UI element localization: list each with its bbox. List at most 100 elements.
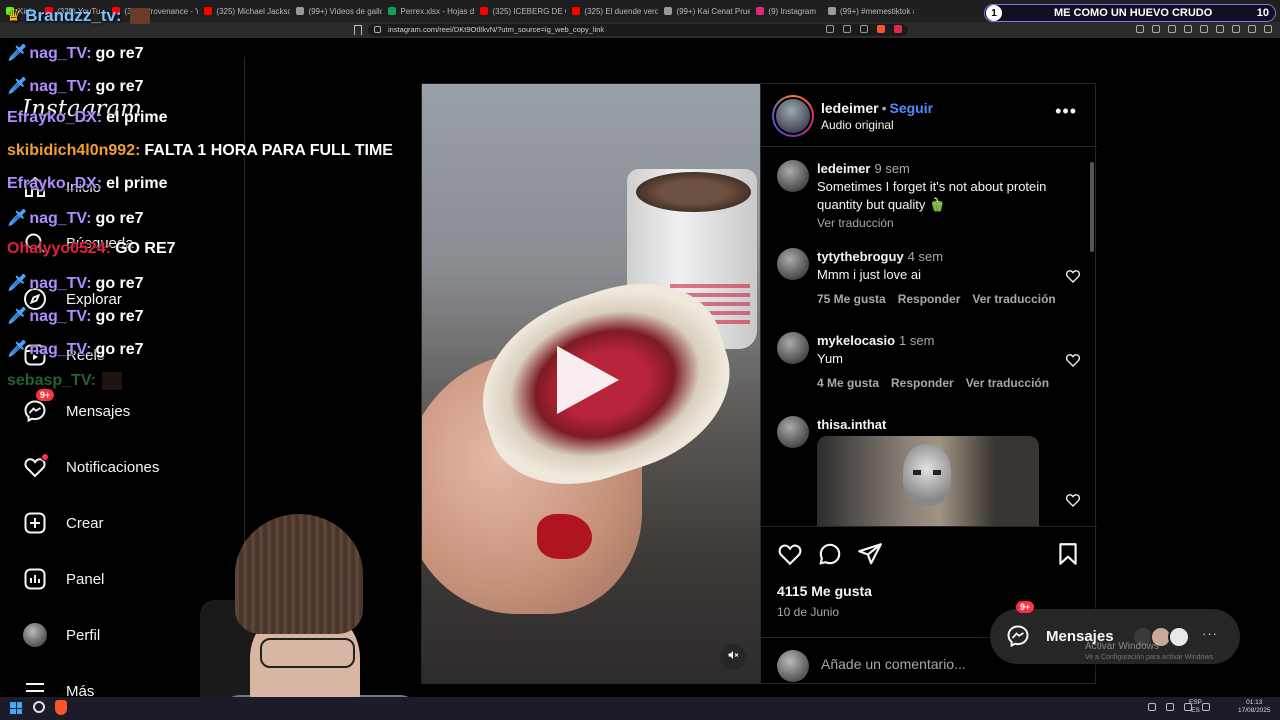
comment-username[interactable]: mykelocasio — [817, 333, 895, 348]
sidebar-item-create[interactable]: Crear — [22, 508, 104, 538]
chat-username: nag_TV: — [29, 45, 92, 62]
brave-rewards-icon[interactable] — [894, 25, 902, 33]
save-icon[interactable] — [1055, 541, 1081, 567]
avatar[interactable] — [777, 248, 809, 280]
tab-label: (9) Instagram — [768, 6, 816, 16]
extension-icon[interactable] — [1168, 25, 1176, 33]
menu-icon[interactable] — [1264, 25, 1272, 33]
avatar[interactable] — [777, 416, 809, 448]
reply-button[interactable]: Responder — [891, 374, 954, 392]
browser-tab[interactable]: (99+) #memestiktok # — [822, 1, 914, 21]
keyboard-layout: ES — [1191, 707, 1200, 714]
follow-button[interactable]: Seguir — [890, 100, 934, 116]
tab-label: (99+) Kai Cenat Prueba — [676, 6, 751, 16]
author-username[interactable]: ledeimer — [821, 100, 879, 116]
emote — [129, 8, 150, 24]
browser-tab[interactable]: (325) ICEBERG DE CASO — [474, 1, 566, 21]
play-icon[interactable] — [557, 346, 619, 414]
mute-button[interactable] — [720, 644, 746, 670]
more-options-icon[interactable]: ••• — [1055, 102, 1077, 120]
translate-link[interactable]: Ver traducción — [817, 214, 1067, 232]
tray-app-icon[interactable] — [1202, 703, 1210, 711]
extension-icon[interactable] — [1152, 25, 1160, 33]
zoom-icon[interactable] — [843, 25, 851, 33]
watermark-title: Activar Windows — [1085, 641, 1159, 652]
install-icon[interactable] — [826, 25, 834, 33]
clock[interactable]: 01:13 17/08/2025 — [1238, 699, 1271, 715]
sidebar-item-profile[interactable]: Perfil — [22, 620, 100, 650]
start-button[interactable] — [10, 702, 22, 714]
translate-link[interactable]: Ver traducción — [972, 290, 1055, 308]
avatar — [22, 622, 48, 648]
browser-tab[interactable]: (325) El duende verde le — [566, 1, 658, 21]
chat-message: 🗡 nag_TV: go re7 — [7, 76, 144, 96]
playlist-icon[interactable] — [1184, 25, 1192, 33]
video-frame-nail — [537, 514, 592, 559]
avatar[interactable] — [777, 160, 809, 192]
caption: ledeimer 9 sem Sometimes I forget it's no… — [777, 160, 1077, 230]
like-comment-icon[interactable] — [1065, 492, 1081, 513]
more-icon: ··· — [1202, 626, 1218, 641]
brave-shields-icon[interactable] — [877, 25, 885, 33]
post-header: ledeimer • Seguir Audio original ••• — [761, 84, 1097, 147]
chat-message: 🗡 nag_TV: go re7 — [7, 208, 144, 228]
comment-username[interactable]: thisa.inthat — [817, 417, 886, 432]
search-icon[interactable] — [33, 701, 45, 713]
comment-likes[interactable]: 4 Me gusta — [817, 374, 879, 392]
tray-app-icon[interactable] — [1166, 703, 1174, 711]
emote — [101, 372, 122, 390]
reel-video[interactable] — [422, 84, 760, 684]
comment-text: Mmm i just love ai — [817, 267, 922, 282]
avatar[interactable] — [777, 332, 809, 364]
chat-text: FALTA 1 HORA PARA FULL TIME — [144, 142, 393, 159]
extension-icon[interactable] — [1136, 25, 1144, 33]
chat-text: go re7 — [95, 275, 144, 292]
chat-username: skibidich4l0n992: — [7, 142, 141, 159]
plus-square-icon — [22, 510, 48, 536]
tray-chevron-icon[interactable] — [1148, 703, 1156, 711]
comment-username[interactable]: ledeimer — [817, 161, 870, 176]
like-comment-icon[interactable] — [1065, 352, 1081, 373]
comments-scrollbar[interactable] — [1089, 156, 1095, 526]
vpn-icon[interactable] — [1232, 25, 1240, 33]
messenger-icon: 9+ — [22, 389, 55, 424]
browser-tab[interactable]: (99+) Kai Cenat Prueba — [658, 1, 750, 21]
scroll-thumb[interactable] — [1090, 162, 1094, 252]
sidebar-toggle-icon[interactable] — [1200, 25, 1208, 33]
like-icon[interactable] — [777, 541, 803, 567]
chat-username: nag_TV: — [29, 210, 92, 227]
share-icon[interactable] — [860, 25, 868, 33]
translate-link[interactable]: Ver traducción — [966, 374, 1049, 392]
list-item: mykelocasio 1 sem Yum 4 Me gusta Responder… — [777, 332, 1081, 402]
sidebar-item-panel[interactable]: Panel — [22, 564, 104, 594]
comment-username[interactable]: tytythebroguy — [817, 249, 904, 264]
comment-icon[interactable] — [817, 541, 843, 567]
brave-browser-icon[interactable] — [55, 700, 67, 715]
windows-taskbar: ESP ES 01:13 17/08/2025 — [0, 697, 1280, 720]
chat-header: ♛ Brandzz_tv: — [6, 6, 150, 26]
input-language[interactable]: ESP ES — [1189, 699, 1202, 715]
sidebar-item-messages[interactable]: 9+ Mensajes — [22, 389, 130, 426]
like-comment-icon[interactable] — [1065, 268, 1081, 289]
chat-username: sebasp_TV: — [7, 372, 96, 390]
separator-dot: • — [881, 100, 887, 116]
watermark-subtitle: Ve a Configuración para activar Windows. — [1085, 654, 1215, 661]
sidebar-item-notifications[interactable]: Notificaciones — [22, 452, 159, 482]
comment-time: 4 sem — [907, 249, 944, 264]
reply-button[interactable]: Responder — [898, 290, 961, 308]
sword-badge-icon: 🗡 — [7, 341, 28, 358]
browser-tab[interactable]: (9) Instagram — [750, 1, 822, 21]
wallet-icon[interactable] — [1248, 25, 1256, 33]
comment-likes[interactable]: 75 Me gusta — [817, 290, 886, 308]
comment-image[interactable] — [817, 436, 1039, 526]
chat-text: el prime — [106, 175, 168, 192]
share-icon[interactable] — [857, 541, 883, 567]
chat-message: 🗡 nag_TV: go re7 — [7, 339, 144, 359]
audio-link[interactable]: Audio original — [821, 118, 894, 132]
likes-count[interactable]: 4115 Me gusta — [777, 583, 872, 599]
author-avatar[interactable] — [772, 95, 814, 137]
heart-icon — [22, 453, 49, 480]
language-code: ESP — [1189, 699, 1203, 706]
extension-icon[interactable] — [1216, 25, 1224, 33]
comments-list: ledeimer 9 sem Sometimes I forget it's no… — [761, 148, 1097, 526]
